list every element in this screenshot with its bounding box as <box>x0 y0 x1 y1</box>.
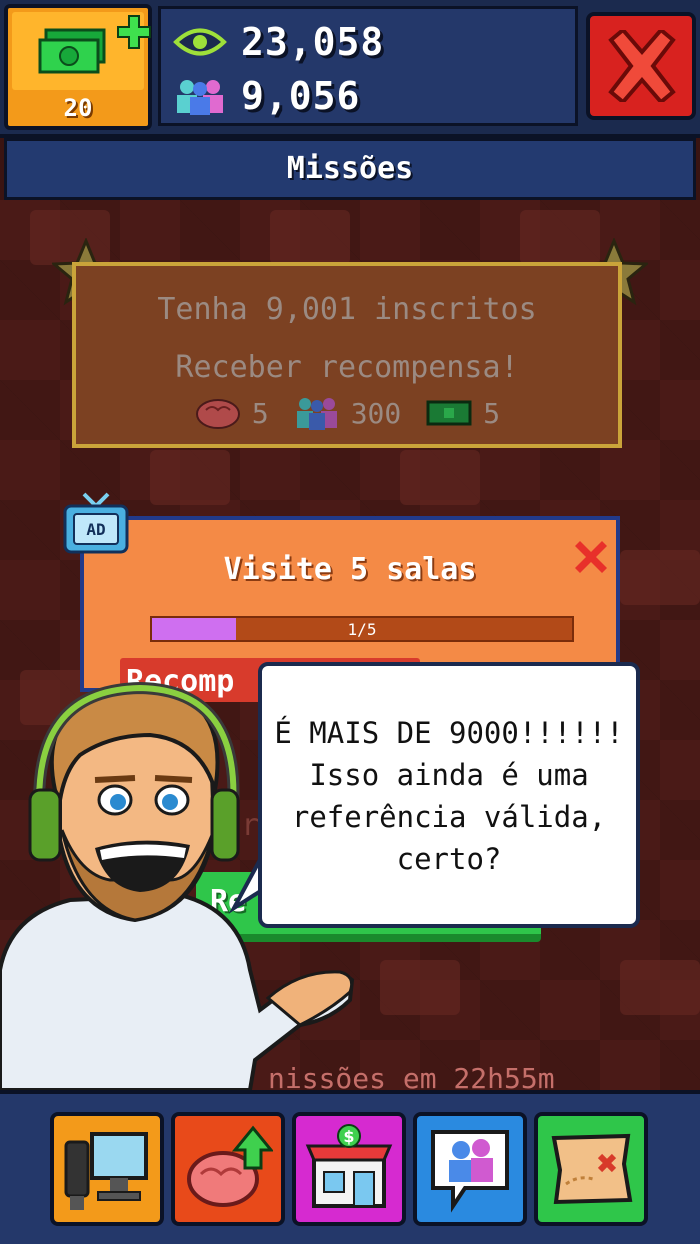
completed-mission-card[interactable]: Tenha 9,001 inscritos Receber recompensa… <box>72 262 622 448</box>
brain-icon <box>195 399 240 429</box>
bottom-nav: $ <box>0 1090 700 1244</box>
mission-objective: Tenha 9,001 inscritos <box>157 292 537 327</box>
close-icon[interactable] <box>572 538 610 576</box>
speech-bubble[interactable]: É MAIS DE 9000!!!!!! Isso ainda é uma re… <box>258 662 640 928</box>
cash-count: 20 <box>63 94 93 122</box>
cash-icon <box>426 400 472 426</box>
close-icon <box>608 30 676 102</box>
map-icon <box>551 1133 633 1205</box>
mission-progress-bar: 1/5 <box>150 616 574 642</box>
ad-badge-label: AD <box>86 520 105 539</box>
cash-icon <box>38 28 106 74</box>
computer-icon <box>64 1132 148 1210</box>
title-bar: Missões <box>4 138 696 200</box>
claim-reward-text[interactable]: Receber recompensa! <box>76 350 618 385</box>
top-bar: 20 23,058 9,056 <box>0 0 700 138</box>
close-button[interactable] <box>586 12 696 120</box>
chat-people-icon <box>431 1130 509 1213</box>
studio-button[interactable] <box>50 1112 164 1226</box>
brain-upgrade-button[interactable] <box>171 1112 285 1226</box>
svg-text:$: $ <box>343 1127 354 1146</box>
tv-ad-icon: AD <box>63 492 129 554</box>
subscribers-count: 9,056 <box>241 74 361 118</box>
mission-objective: Visite 5 salas <box>223 552 477 587</box>
buy-cash-button[interactable]: 20 <box>4 4 152 130</box>
views-count: 23,058 <box>241 20 385 64</box>
speech-line: certo? <box>396 842 502 876</box>
subscribers-stat: 9,056 <box>173 71 360 121</box>
speech-line: referência válida, <box>291 800 607 834</box>
reward-list: 5 300 5 <box>76 396 618 430</box>
store-icon: $ <box>305 1124 393 1208</box>
shop-button[interactable]: $ <box>292 1112 406 1226</box>
reward-amount: 300 <box>350 396 402 430</box>
reward-amount: 5 <box>483 396 501 430</box>
speech-line: É MAIS DE 9000!!!!!! <box>274 716 624 750</box>
subscribers-icon <box>177 80 223 115</box>
subscribers-icon <box>296 398 337 430</box>
progress-text: 1/5 <box>347 620 377 639</box>
page-title: Missões <box>286 151 414 186</box>
brain-up-icon <box>187 1125 273 1207</box>
social-button[interactable] <box>413 1112 527 1226</box>
plus-icon <box>117 15 151 49</box>
missions-button[interactable] <box>534 1112 648 1226</box>
views-stat: 23,058 <box>173 17 384 67</box>
eye-icon <box>173 28 227 56</box>
reward-amount: 5 <box>251 396 269 430</box>
speech-line: Isso ainda é uma <box>309 758 589 792</box>
stats-panel: 23,058 9,056 <box>158 6 578 126</box>
